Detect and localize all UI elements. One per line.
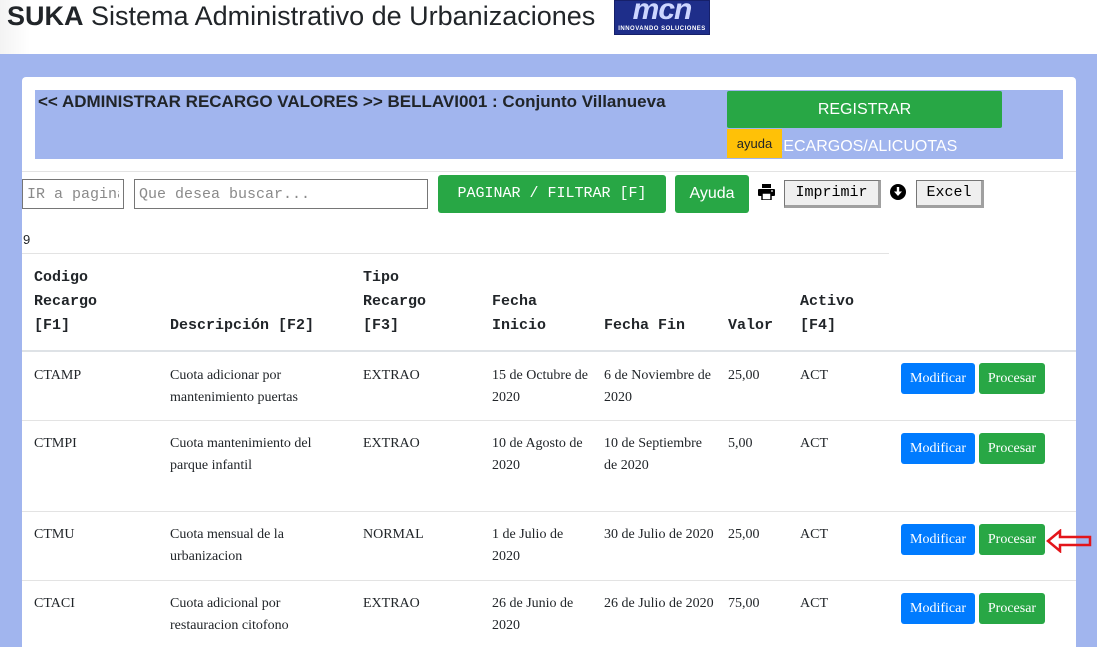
cell-value: 25,00 [728, 368, 760, 383]
process-button[interactable]: Procesar [979, 363, 1045, 394]
printer-icon[interactable] [758, 184, 775, 200]
cell-value: 25,00 [728, 527, 760, 542]
divider [22, 171, 1076, 172]
cell-code: CTMPI [34, 436, 77, 451]
column-header-code[interactable]: Codigo Recargo [F1] [34, 266, 97, 338]
modify-button[interactable]: Modificar [901, 593, 975, 624]
cell-value: 75,00 [728, 596, 760, 611]
cell-type: EXTRAO [363, 368, 420, 383]
cell-start-date: 1 de Julio de 2020 [492, 527, 564, 564]
cell-description: Cuota mensual de la urbanizacion [170, 527, 284, 564]
column-header-value[interactable]: Valor [728, 314, 773, 338]
cell-start-date: 10 de Agosto de 2020 [492, 436, 583, 473]
column-header-end-date[interactable]: Fecha Fin [604, 314, 685, 338]
cell-active: ACT [800, 596, 828, 611]
cell-code: CTACI [34, 596, 75, 611]
table-top-border [22, 253, 889, 254]
cell-start-date: 15 de Octubre de 2020 [492, 368, 589, 405]
page-title: << ADMINISTRAR RECARGO VALORES >> BELLAV… [38, 92, 666, 111]
help-button[interactable]: Ayuda [675, 175, 749, 213]
column-header-active[interactable]: Activo [F4] [800, 290, 854, 338]
cell-active: ACT [800, 527, 828, 542]
cell-description: Cuota adicional por restauracion citofon… [170, 596, 289, 633]
app-title: SUKA Sistema Administrativo de Urbanizac… [7, 0, 595, 32]
paginate-filter-button[interactable]: PAGINAR / FILTRAR [F] [438, 175, 666, 213]
app-header: SUKA Sistema Administrativo de Urbanizac… [0, 0, 1097, 54]
company-logo: mcn INNOVANDO SOLUCIONES [614, 0, 710, 35]
record-count: 9 [23, 232, 31, 247]
cell-end-date: 30 de Julio de 2020 [604, 527, 714, 542]
cell-active: ACT [800, 436, 828, 451]
cell-type: NORMAL [363, 527, 424, 542]
row-divider [22, 511, 1076, 512]
column-header-start-date[interactable]: Fecha Inicio [492, 290, 546, 338]
app-brand: SUKA [7, 1, 84, 31]
app-title-text: Sistema Administrativo de Urbanizaciones [91, 1, 596, 31]
modify-button[interactable]: Modificar [901, 433, 975, 464]
column-header-description[interactable]: Descripción [F2] [170, 314, 314, 338]
cell-start-date: 26 de Junio de 2020 [492, 596, 574, 633]
help-badge[interactable]: ayuda [727, 129, 782, 158]
logo-mark: mcn [632, 0, 693, 26]
cell-code: CTMU [34, 527, 75, 542]
table-header-border [22, 350, 1076, 352]
cell-value: 5,00 [728, 436, 753, 451]
cell-description: Cuota adicionar por mantenimiento puerta… [170, 368, 298, 405]
modify-button[interactable]: Modificar [901, 363, 975, 394]
cell-description: Cuota mantenimiento del parque infantil [170, 436, 312, 473]
cell-type: EXTRAO [363, 596, 420, 611]
register-surcharges-button[interactable]: REGISTRAR RECARGOS/ALICUOTAS [727, 91, 1002, 155]
column-header-type[interactable]: Tipo Recargo [F3] [363, 266, 426, 338]
cell-end-date: 26 de Julio de 2020 [604, 596, 714, 611]
cell-type: EXTRAO [363, 436, 420, 451]
excel-export-button[interactable]: Excel [916, 180, 984, 208]
cell-active: ACT [800, 368, 828, 383]
row-divider [22, 420, 1076, 421]
process-button[interactable]: Procesar [979, 593, 1045, 624]
process-button[interactable]: Procesar [979, 433, 1045, 464]
go-to-page-input[interactable] [22, 179, 124, 209]
cell-end-date: 10 de Septiembre de 2020 [604, 436, 702, 473]
modify-button[interactable]: Modificar [901, 524, 975, 555]
download-icon[interactable] [890, 184, 906, 200]
search-input[interactable] [134, 179, 428, 209]
print-button[interactable]: Imprimir [784, 180, 881, 208]
row-divider [22, 580, 1076, 581]
logo-text: INNOVANDO SOLUCIONES [618, 26, 706, 32]
cell-end-date: 6 de Noviembre de 2020 [604, 368, 711, 405]
red-arrow-pointer-icon [1046, 529, 1092, 553]
process-button[interactable]: Procesar [979, 524, 1045, 555]
cell-code: CTAMP [34, 368, 82, 383]
